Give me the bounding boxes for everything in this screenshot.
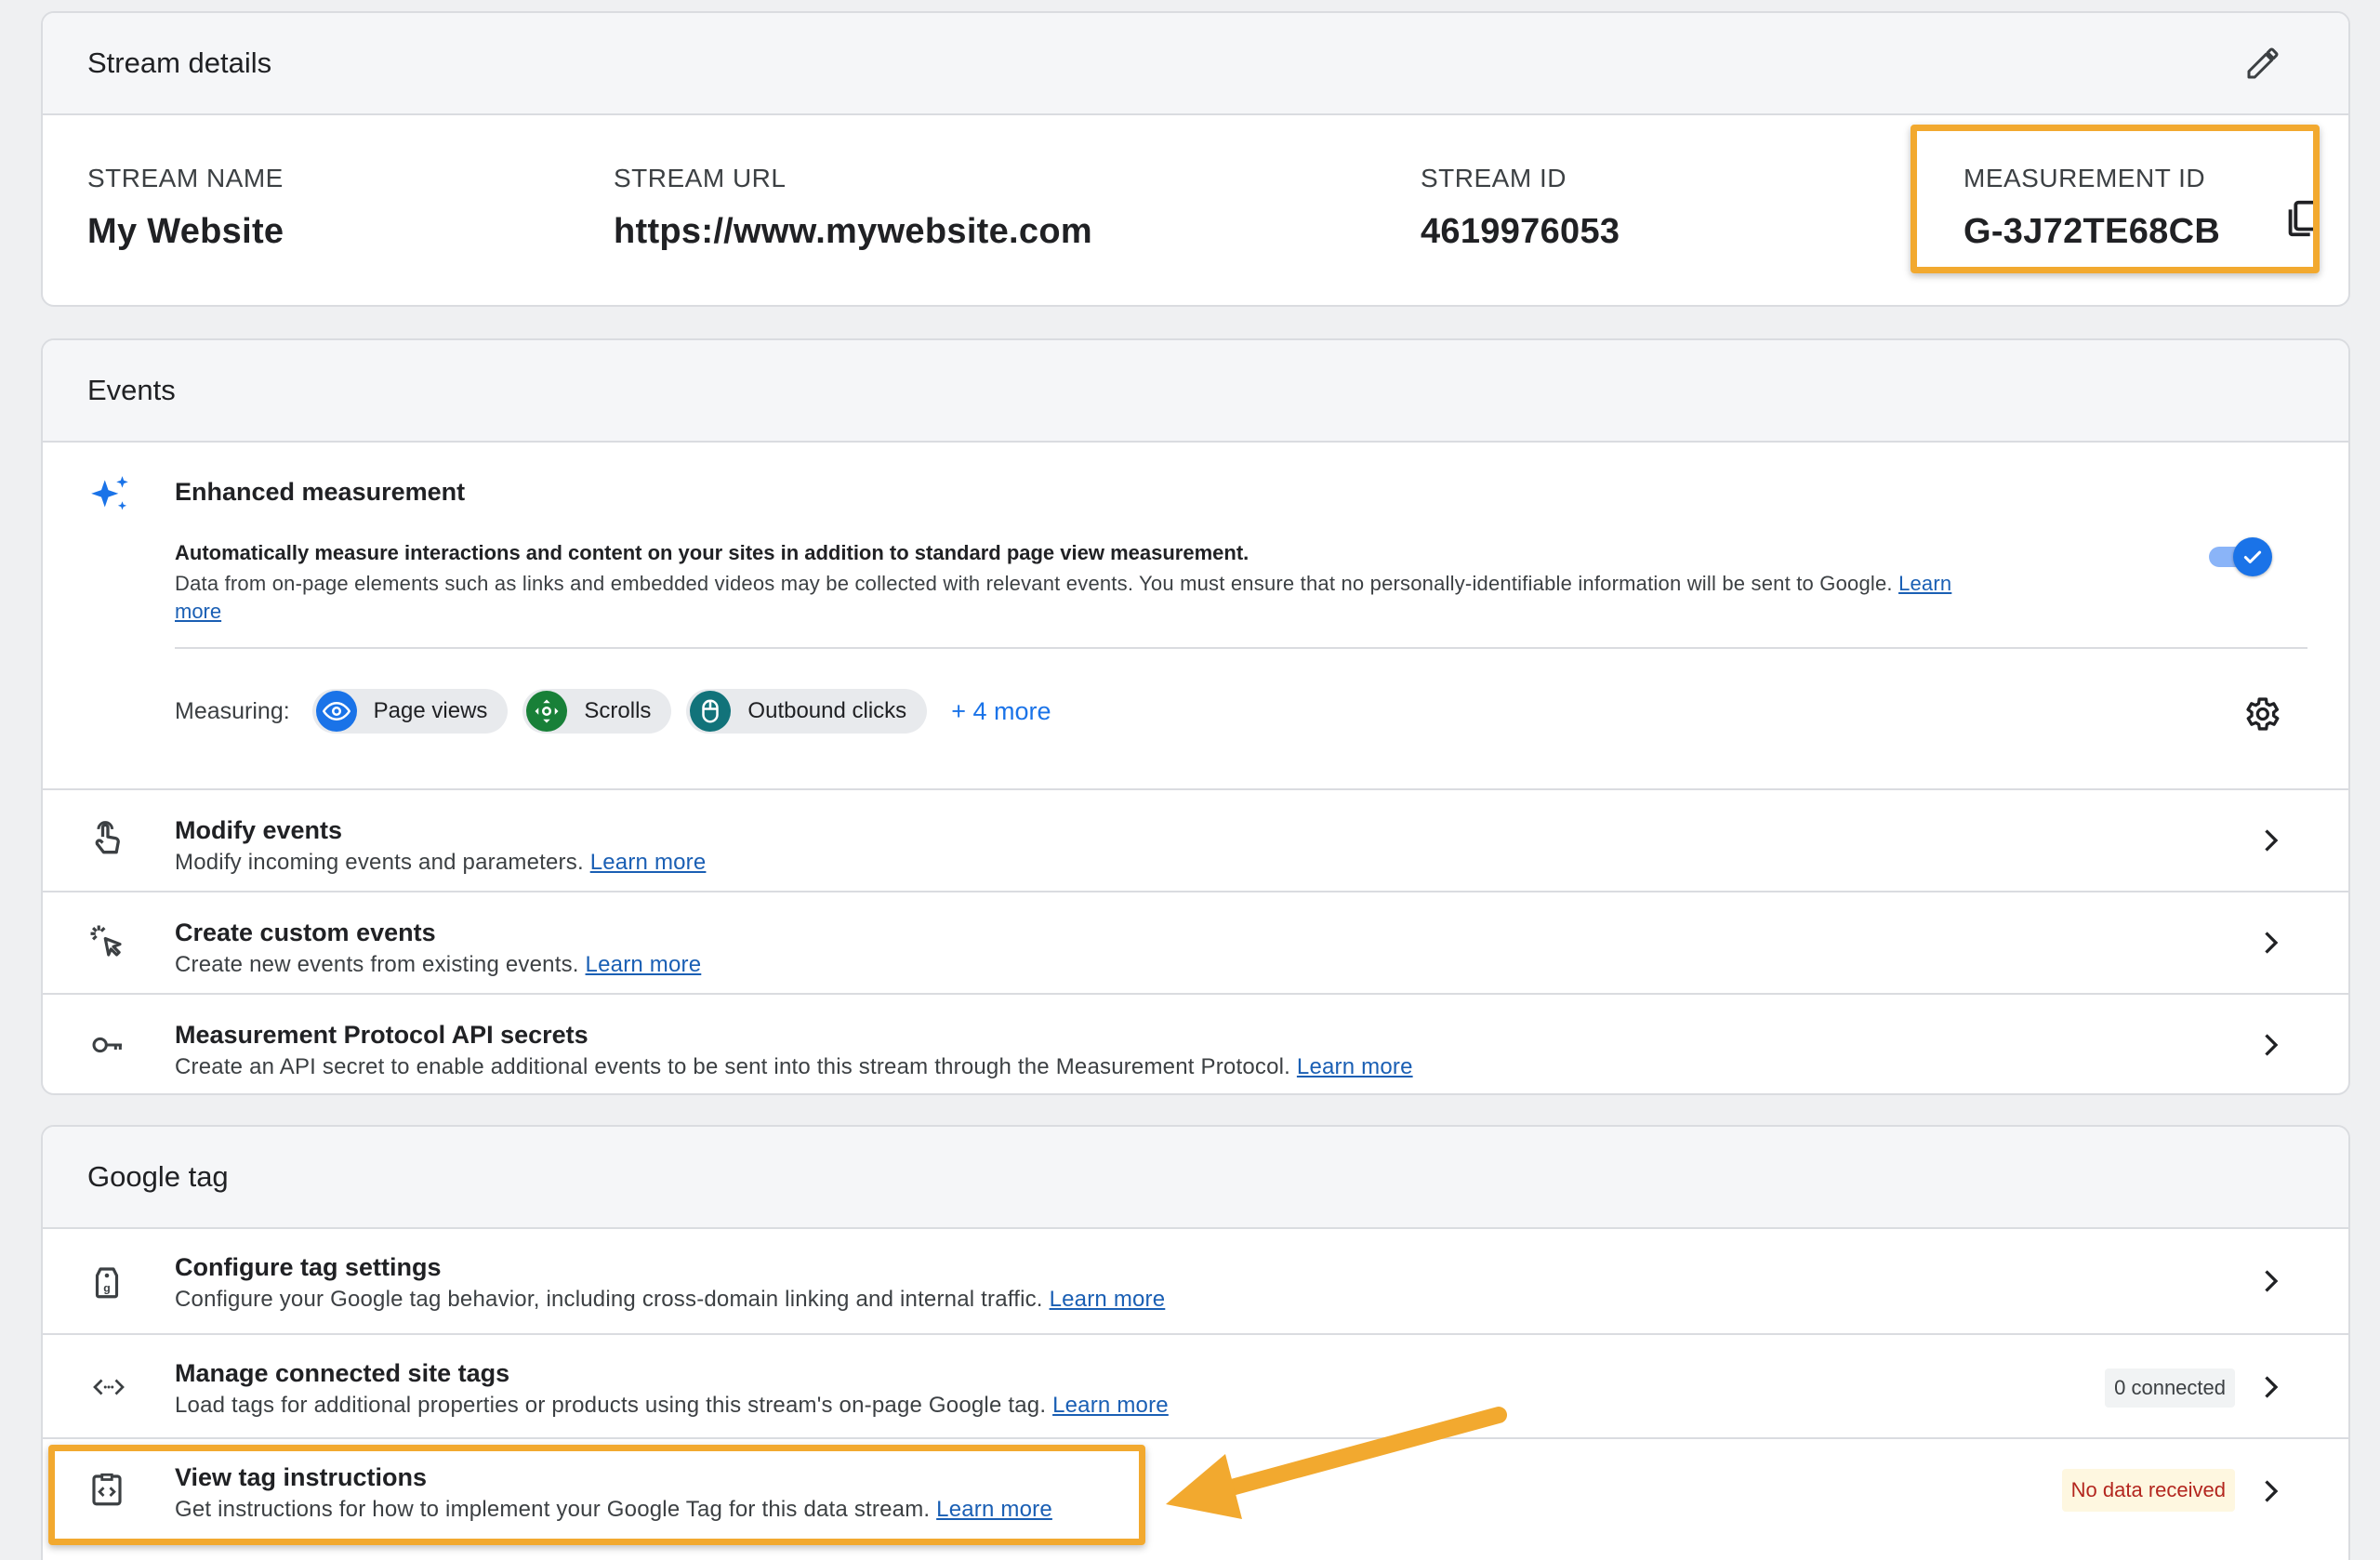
chip-label: Page views (373, 698, 488, 723)
enhanced-measurement-detail-text: Data from on-page elements such as links… (175, 572, 1893, 595)
measurement-id-highlight (1911, 125, 2320, 273)
row-description: Load tags for additional properties or p… (175, 1393, 1169, 1419)
create-custom-events-row[interactable]: Create custom events Create new events f… (43, 891, 2348, 993)
api-secrets-row[interactable]: Measurement Protocol API secrets Create … (43, 993, 2348, 1093)
click-icon (87, 922, 126, 961)
enhanced-measurement-title: Enhanced measurement (175, 478, 466, 506)
events-title: Events (87, 374, 176, 406)
row-title: Create custom events (175, 919, 436, 946)
chip-scrolls: Scrolls (522, 689, 672, 734)
stream-url-label: STREAM URL (614, 164, 787, 192)
learn-more-link-continued[interactable]: more (175, 598, 221, 626)
chevron-right-icon (2254, 926, 2287, 959)
connected-count-badge: 0 connected (2105, 1368, 2235, 1408)
eye-icon (315, 691, 357, 732)
stream-url-field: STREAM URL https://www.mywebsite.com (614, 164, 1092, 252)
chip-outbound-clicks: Outbound clicks (686, 689, 928, 734)
status-badge: No data received (2061, 1469, 2235, 1512)
svg-text:g: g (103, 1282, 110, 1295)
stream-id-label: STREAM ID (1421, 164, 1567, 192)
measuring-label: Measuring: (175, 697, 290, 724)
row-title: Configure tag settings (175, 1253, 442, 1281)
check-icon (2243, 550, 2262, 563)
configure-tag-settings-row[interactable]: g Configure tag settings Configure your … (43, 1229, 2348, 1333)
gear-icon[interactable] (2241, 694, 2281, 734)
learn-more-link[interactable]: Learn more (1050, 1287, 1166, 1312)
stream-name-value: My Website (87, 212, 284, 251)
edit-icon[interactable] (2244, 45, 2281, 82)
chevron-right-icon (2254, 1370, 2287, 1404)
row-description-text: Modify incoming events and parameters. (175, 850, 584, 875)
chip-label: Scrolls (584, 698, 652, 723)
scroll-icon (526, 691, 568, 732)
stream-url-value: https://www.mywebsite.com (614, 212, 1092, 251)
chip-label: Outbound clicks (747, 698, 907, 723)
touch-icon (87, 818, 128, 859)
row-description: Modify incoming events and parameters. L… (175, 850, 706, 876)
row-description-text: Create new events from existing events. (175, 952, 579, 977)
row-title: Modify events (175, 816, 343, 844)
toggle-knob (2233, 537, 2272, 576)
learn-more-link[interactable]: Learn more (586, 952, 702, 977)
stream-id-field: STREAM ID 4619976053 (1421, 164, 1620, 252)
chevron-right-icon (2254, 1028, 2287, 1062)
row-title: Manage connected site tags (175, 1359, 510, 1387)
row-description: Create an API secret to enable additiona… (175, 1054, 1413, 1080)
learn-more-link[interactable]: Learn more (1297, 1054, 1413, 1079)
divider (175, 647, 2307, 649)
learn-more-link[interactable]: Learn (1898, 572, 1951, 595)
modify-events-row[interactable]: Modify events Modify incoming events and… (43, 788, 2348, 891)
enhanced-measurement-detail: Data from on-page elements such as links… (175, 570, 2192, 598)
chevron-right-icon (2254, 1264, 2287, 1298)
row-description-text: Load tags for additional properties or p… (175, 1393, 1047, 1418)
measuring-row: Measuring: Page views Scrolls Outbound c… (175, 687, 1051, 735)
learn-more-link[interactable]: Learn more (1052, 1393, 1169, 1418)
enhanced-measurement-description: Automatically measure interactions and c… (175, 541, 1250, 564)
chip-page-views: Page views (311, 689, 509, 734)
row-description-text: Create an API secret to enable additiona… (175, 1054, 1291, 1079)
row-title: Measurement Protocol API secrets (175, 1021, 588, 1049)
stream-id-value: 4619976053 (1421, 212, 1620, 251)
chevron-right-icon (2254, 824, 2287, 857)
enhanced-measurement-toggle[interactable] (2205, 535, 2272, 576)
stream-name-field: STREAM NAME My Website (87, 164, 284, 252)
stream-name-label: STREAM NAME (87, 164, 284, 192)
learn-more-link[interactable]: Learn more (590, 850, 707, 875)
tag-icon: g (87, 1261, 126, 1303)
events-header: Events (43, 340, 2348, 443)
google-tag-title: Google tag (87, 1160, 229, 1193)
row-description: Configure your Google tag behavior, incl… (175, 1287, 1165, 1313)
arrow-annotation (1166, 1407, 1507, 1519)
stream-details-title: Stream details (87, 46, 272, 79)
chevron-right-icon (2254, 1474, 2287, 1508)
view-tag-instructions-highlight (48, 1445, 1145, 1545)
mouse-icon (690, 691, 732, 732)
more-measurements-link[interactable]: + 4 more (951, 697, 1051, 726)
key-icon (87, 1026, 128, 1064)
code-icon (87, 1370, 130, 1404)
events-card: Events Enhanced measurement Automaticall… (41, 338, 2350, 1095)
stream-details-header: Stream details (43, 13, 2348, 115)
sparkle-icon (87, 472, 134, 519)
row-description-text: Configure your Google tag behavior, incl… (175, 1287, 1043, 1312)
row-description: Create new events from existing events. … (175, 952, 701, 978)
google-tag-header: Google tag (43, 1127, 2348, 1229)
